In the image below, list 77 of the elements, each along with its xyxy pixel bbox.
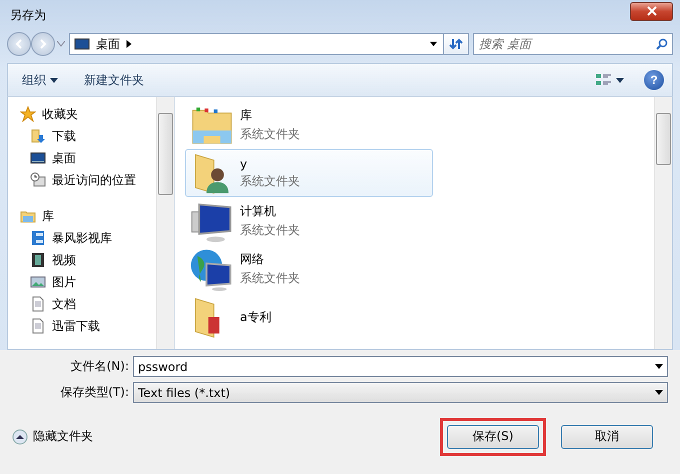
- recent-places-icon: [30, 172, 46, 188]
- new-folder-button[interactable]: 新建文件夹: [78, 68, 150, 92]
- sidebar-item-label: 下载: [52, 128, 76, 144]
- item-name: 计算机: [240, 203, 277, 220]
- item-type: 系统文件夹: [240, 126, 300, 143]
- sidebar-group-label: 库: [42, 208, 54, 224]
- sidebar-item-label: 文档: [52, 296, 76, 312]
- file-name-label: 文件名(N):: [70, 358, 129, 375]
- file-type-label: 保存类型(T):: [59, 384, 129, 401]
- hide-folders-toggle[interactable]: 隐藏文件夹: [12, 428, 93, 445]
- file-item[interactable]: 网络 系统文件夹: [185, 245, 433, 293]
- sidebar-item[interactable]: 最近访问的位置: [8, 169, 156, 191]
- item-type: 系统文件夹: [240, 222, 300, 239]
- file-name-field[interactable]: pssword: [133, 356, 668, 377]
- document-icon: [30, 296, 46, 312]
- sidebar-item[interactable]: 桌面: [8, 147, 156, 169]
- item-name: 库: [240, 107, 253, 124]
- forward-button[interactable]: [31, 32, 55, 56]
- sidebar-scrollbar[interactable]: [156, 97, 174, 349]
- address-bar[interactable]: 桌面: [69, 33, 444, 55]
- file-item[interactable]: 库 系统文件夹: [185, 101, 433, 149]
- dropdown-caret-icon[interactable]: [430, 40, 437, 48]
- address-location[interactable]: 桌面: [96, 36, 120, 52]
- organize-menu[interactable]: 组织: [16, 68, 64, 92]
- picture-icon: [30, 274, 46, 290]
- file-item[interactable]: y 系统文件夹: [185, 149, 433, 197]
- item-type: 系统文件夹: [240, 172, 300, 190]
- desktop-icon: [74, 36, 90, 52]
- file-item[interactable]: 计算机 系统文件夹: [185, 197, 433, 245]
- sidebar-item-label: 迅雷下载: [52, 318, 100, 334]
- chevron-icon[interactable]: [126, 40, 133, 48]
- download-folder-icon: [30, 128, 46, 144]
- file-item[interactable]: a专利: [185, 293, 433, 341]
- sidebar-item[interactable]: 视频: [8, 249, 156, 271]
- sidebar-group[interactable]: 收藏夹: [8, 103, 156, 125]
- item-type: 系统文件夹: [240, 270, 300, 287]
- sidebar-item[interactable]: 文档: [8, 293, 156, 315]
- dropdown-caret-icon: [655, 390, 663, 395]
- sidebar-item-label: 桌面: [52, 150, 76, 166]
- caret-icon: [50, 78, 58, 82]
- help-button[interactable]: ?: [644, 70, 664, 90]
- document-icon: [30, 318, 46, 334]
- history-caret-icon[interactable]: [57, 41, 65, 47]
- back-button[interactable]: [7, 32, 31, 56]
- star-icon: [20, 106, 36, 122]
- sidebar-item[interactable]: 图片: [8, 271, 156, 293]
- sidebar-item-label: 暴风影视库: [52, 230, 112, 246]
- item-name: a专利: [240, 308, 272, 326]
- search-icon: [656, 38, 668, 50]
- sidebar-item[interactable]: 暴风影视库: [8, 227, 156, 249]
- close-icon: [646, 6, 656, 16]
- sidebar-item[interactable]: 下载: [8, 125, 156, 147]
- sidebar-item-label: 最近访问的位置: [52, 172, 136, 188]
- caret-icon: [616, 78, 624, 82]
- dialog-button[interactable]: 保存(S): [447, 424, 539, 448]
- file-type-dropdown[interactable]: Text files (*.txt): [133, 382, 668, 403]
- film-icon: [30, 252, 46, 268]
- dropdown-caret-icon[interactable]: [655, 364, 663, 369]
- item-name: 网络: [240, 251, 265, 268]
- item-name: y: [240, 156, 248, 170]
- desktop-icon: [30, 150, 46, 166]
- file-list-scrollbar[interactable]: [654, 97, 672, 349]
- search-field[interactable]: 搜索 桌面: [473, 33, 673, 55]
- network-globe-icon: [190, 247, 234, 291]
- dialog-button[interactable]: 取消: [561, 424, 653, 448]
- sidebar-item-label: 图片: [52, 274, 76, 290]
- view-details-icon: [596, 73, 612, 87]
- refresh-arrows-icon: [449, 37, 463, 51]
- sidebar-group[interactable]: 库: [8, 205, 156, 227]
- sidebar-item-label: 视频: [52, 252, 76, 268]
- close-button[interactable]: [630, 2, 673, 20]
- collapse-icon: [12, 428, 28, 444]
- sidebar-group-label: 收藏夹: [42, 106, 78, 122]
- sidebar-item[interactable]: 迅雷下载: [8, 315, 156, 337]
- refresh-button[interactable]: [443, 33, 469, 55]
- window-title: 另存为: [9, 6, 46, 24]
- film-list-icon: [30, 230, 46, 246]
